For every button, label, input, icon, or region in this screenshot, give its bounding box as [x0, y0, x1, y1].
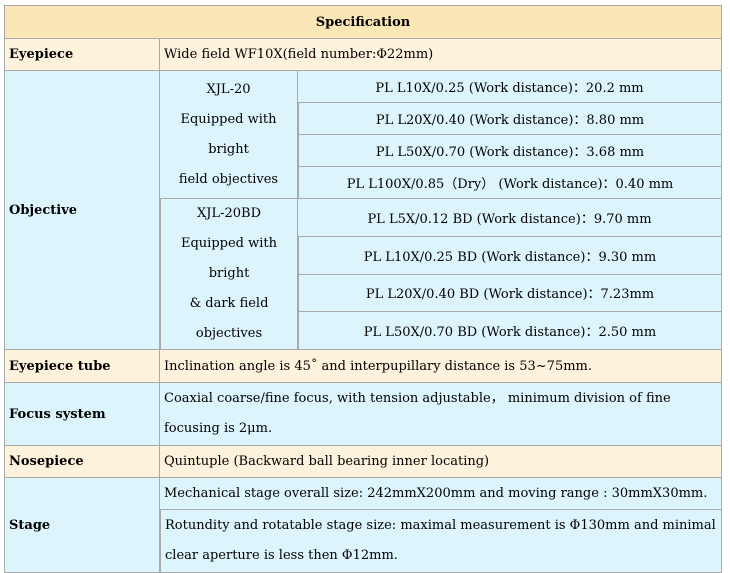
stage-label: Stage — [4, 478, 160, 573]
objective-item: PL L20X/0.40 (Work distance)：8.80 mm — [298, 103, 722, 135]
focus-system-label: Focus system — [4, 383, 160, 446]
group-name: XJL-20BD — [196, 206, 261, 221]
objective-item: PL L50X/0.70 (Work distance)：3.68 mm — [298, 135, 722, 167]
group-desc-line: field objectives — [178, 171, 279, 187]
objective-item: PL L20X/0.40 BD (Work distance)：7.23mm — [298, 274, 722, 313]
objective-item: PL L10X/0.25 BD (Work distance)：9.30 mm — [298, 236, 722, 275]
objective-item: PL L5X/0.12 BD (Work distance)：9.70 mm — [298, 199, 722, 237]
table-header: Specification — [4, 5, 722, 39]
nosepiece-label: Nosepiece — [4, 446, 160, 478]
eyepiece-value: Wide field WF10X(field number:Φ22mm) — [160, 39, 722, 71]
group-desc-line: Equipped with bright — [180, 111, 277, 157]
eyepiece-tube-value: Inclination angle is 45˚ and interpupill… — [160, 350, 722, 383]
nosepiece-value: Quintuple (Backward ball bearing inner l… — [160, 446, 722, 478]
objective-group-xjl20: XJL-20 Equipped with bright field object… — [160, 71, 298, 199]
group-desc-line: objectives — [195, 326, 263, 341]
eyepiece-tube-row: Eyepiece tube Inclination angle is 45˚ a… — [4, 350, 722, 383]
objective-label: Objective — [4, 71, 160, 350]
objective-item: PL L50X/0.70 BD (Work distance)：2.50 mm — [298, 312, 722, 350]
objective-item: PL L10X/0.25 (Work distance)：20.2 mm — [298, 71, 722, 103]
objective-group-xjl20bd: XJL-20BD Equipped with bright & dark fie… — [160, 199, 298, 350]
stage-value-line: Rotundity and rotatable stage size: maxi… — [160, 510, 722, 573]
objective-row: Objective XJL-20 Equipped with bright fi… — [4, 71, 722, 350]
stage-row: Stage Mechanical stage overall size: 242… — [4, 478, 722, 573]
nosepiece-row: Nosepiece Quintuple (Backward ball beari… — [4, 446, 722, 478]
eyepiece-label: Eyepiece — [4, 39, 160, 71]
group-desc-line: Equipped with bright — [180, 236, 277, 281]
focus-system-value: Coaxial coarse/fine focus, with tension … — [160, 383, 722, 446]
specification-table: Specification Eyepiece Wide field WF10X(… — [4, 5, 722, 573]
eyepiece-tube-label: Eyepiece tube — [4, 350, 160, 383]
header-row: Specification — [4, 5, 722, 39]
objective-item: PL L100X/0.85（Dry） (Work distance)：0.40 … — [298, 167, 722, 199]
focus-system-row: Focus system Coaxial coarse/fine focus, … — [4, 383, 722, 446]
eyepiece-row: Eyepiece Wide field WF10X(field number:Φ… — [4, 39, 722, 71]
stage-value-line: Mechanical stage overall size: 242mmX200… — [160, 478, 722, 510]
group-name: XJL-20 — [206, 81, 251, 97]
group-desc-line: & dark field — [189, 296, 269, 311]
